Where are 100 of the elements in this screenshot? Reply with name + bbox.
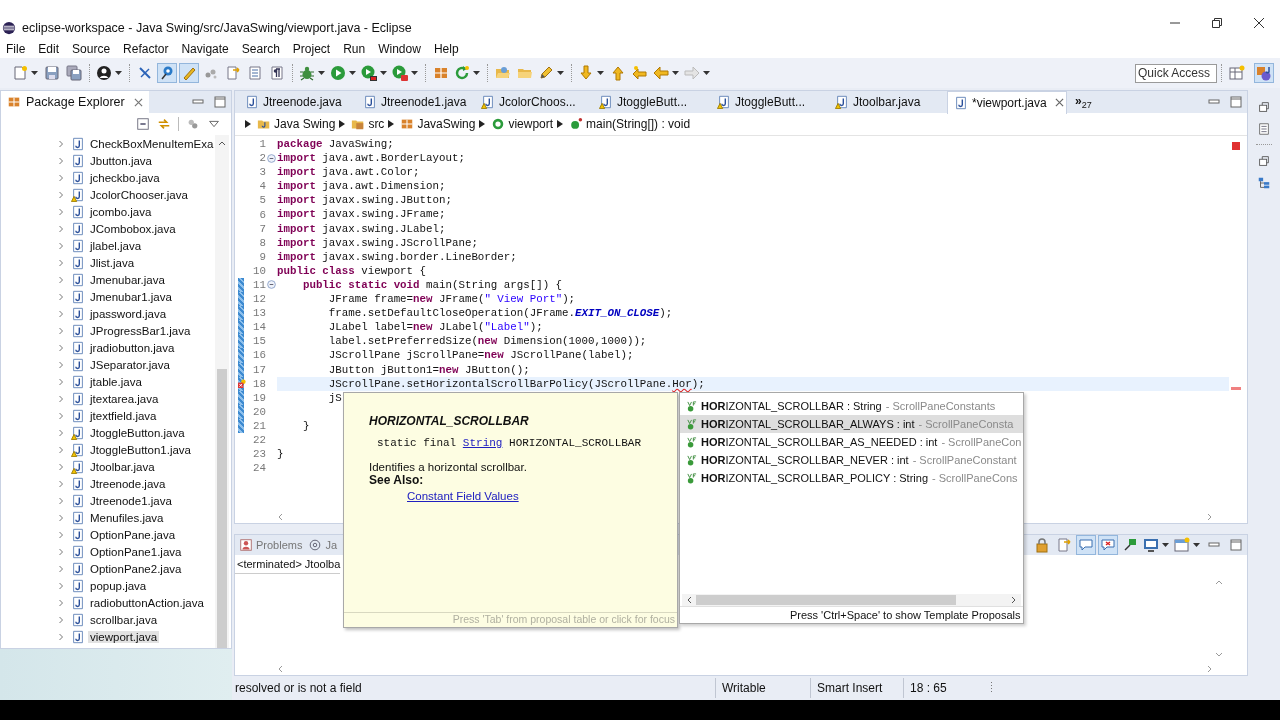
link[interactable]: Constant Field Values <box>407 490 519 502</box>
dropdown-caret-icon[interactable] <box>557 71 564 75</box>
menu-item[interactable]: Window <box>378 42 421 56</box>
scroll-down-icon[interactable] <box>1215 651 1223 659</box>
document-icon[interactable] <box>1257 122 1271 136</box>
breadcrumb-item[interactable]: Java Swing <box>274 117 336 131</box>
breadcrumb-item[interactable]: src <box>368 117 385 131</box>
tree-item[interactable]: jtable.java <box>88 375 144 388</box>
proposal-item[interactable]: HORIZONTAL_SCROLLBAR_NEVER : int - ScrollPaneConstant <box>680 451 1024 469</box>
perspective-button[interactable] <box>1227 63 1247 83</box>
tree-item[interactable]: jpassword.java <box>88 307 169 320</box>
menu-item[interactable]: File <box>6 42 26 56</box>
dropdown-caret-icon[interactable] <box>473 71 480 75</box>
tree-item[interactable]: JProgressBar1.java <box>88 324 193 337</box>
outline-icon[interactable] <box>1257 176 1271 190</box>
tree-item[interactable]: Jtreenode.java <box>88 477 168 490</box>
proposal-item[interactable]: HORIZONTAL_SCROLLBAR_POLICY : String - ScrollPaneCons <box>680 469 1024 487</box>
error-icon[interactable] <box>238 379 247 389</box>
tree-item[interactable]: JtoggleButton1.java <box>88 443 194 456</box>
tree-item[interactable]: OptionPane2.java <box>88 562 184 575</box>
scroll-up-icon[interactable] <box>218 139 226 147</box>
breadcrumb-arrow-icon[interactable] <box>245 120 251 128</box>
filter-icon[interactable] <box>186 117 200 131</box>
menu-item[interactable]: Edit <box>38 42 60 56</box>
perspective-button[interactable] <box>1254 63 1274 83</box>
close-icon[interactable] <box>1054 98 1064 107</box>
scroll-left-icon[interactable] <box>277 513 283 521</box>
tree-item[interactable]: Jbutton.java <box>88 154 154 167</box>
tree-item[interactable]: JCombobox.java <box>88 222 178 235</box>
tree-item[interactable]: jlabel.java <box>88 239 144 252</box>
close-icon[interactable] <box>1254 18 1264 28</box>
dropdown-caret-icon[interactable] <box>597 71 604 75</box>
tree-item[interactable]: Jmenubar.java <box>88 273 167 286</box>
tree-item[interactable]: Menufiles.java <box>88 511 166 524</box>
breadcrumb-item[interactable]: viewport <box>508 117 554 131</box>
dropdown-caret-icon[interactable] <box>31 71 38 75</box>
view-tab[interactable]: Package Explorer <box>1 91 149 113</box>
editor-tab[interactable]: *viewport.java <box>947 90 1067 114</box>
tree-item[interactable]: jtextfield.java <box>88 409 159 422</box>
breadcrumb-item[interactable]: main(String[]) : void <box>586 117 691 131</box>
dropdown-caret-icon[interactable] <box>318 71 325 75</box>
menu-item[interactable]: Source <box>72 42 111 56</box>
tree-item[interactable]: radiobuttonAction.java <box>88 596 206 609</box>
editor-tab[interactable]: Jtreenode1.java <box>357 91 475 113</box>
menu-item[interactable]: Search <box>241 42 280 56</box>
breadcrumb-arrow-icon[interactable] <box>388 120 395 128</box>
tree-item[interactable]: jcheckbo.java <box>88 171 162 184</box>
tree-item[interactable]: JSeparator.java <box>88 358 172 371</box>
collapse-all-icon[interactable] <box>136 117 150 131</box>
fold-icon[interactable] <box>267 280 276 290</box>
scroll-left-icon[interactable] <box>686 596 692 604</box>
tree-item[interactable]: popup.java <box>88 579 149 592</box>
maximize-icon[interactable] <box>1230 96 1242 108</box>
tree-item[interactable]: scrollbar.java <box>88 613 160 626</box>
tree-item[interactable]: viewport.java <box>88 630 160 643</box>
editor-tab[interactable]: JcolorChoos... <box>475 91 593 113</box>
proposal-item[interactable]: HORIZONTAL_SCROLLBAR_AS_NEEDED : int - ScrollPaneCon <box>680 433 1024 451</box>
proposal-item[interactable]: HORIZONTAL_SCROLLBAR : String - ScrollPaneConstants <box>680 397 1024 415</box>
menu-item[interactable]: Help <box>433 42 459 56</box>
menu-item[interactable]: Project <box>292 42 331 56</box>
view-tab[interactable]: Ja <box>325 539 338 551</box>
editor-tab[interactable]: JtoggleButt... <box>711 91 829 113</box>
menu-item[interactable]: Refactor <box>123 42 169 56</box>
dropdown-caret-icon[interactable] <box>1162 543 1169 547</box>
maximize-icon[interactable] <box>1230 539 1242 551</box>
tree-item[interactable]: OptionPane1.java <box>88 545 184 558</box>
maximize-icon[interactable] <box>214 96 226 108</box>
breadcrumb-arrow-icon[interactable] <box>557 120 564 128</box>
menu-item[interactable]: Run <box>343 42 366 56</box>
more-tabs-button[interactable]: »$_{27}$ <box>1075 93 1092 111</box>
dropdown-caret-icon[interactable] <box>411 71 418 75</box>
menu-item[interactable]: Navigate <box>181 42 229 56</box>
dropdown-caret-icon[interactable] <box>1193 543 1200 547</box>
tree-item[interactable]: JcolorChooser.java <box>88 188 190 201</box>
restore-icon[interactable] <box>1212 18 1222 28</box>
tree-item[interactable]: JtoggleButton.java <box>88 426 187 439</box>
scroll-right-icon[interactable] <box>1011 596 1018 604</box>
tree-item[interactable]: Jmenubar1.java <box>88 290 174 303</box>
error-marker[interactable] <box>1231 387 1241 391</box>
dropdown-caret-icon[interactable] <box>349 71 356 75</box>
scroll-left-icon[interactable] <box>277 665 283 673</box>
view-tab[interactable]: Problems <box>256 539 303 551</box>
link-arrows-icon[interactable] <box>157 117 171 131</box>
dropdown-caret-icon[interactable] <box>115 71 122 75</box>
quick-access-field[interactable]: Quick Access <box>1135 63 1217 83</box>
dropdown-caret-icon[interactable] <box>672 71 679 75</box>
editor-tab[interactable]: Jtreenode.java <box>239 91 357 113</box>
scroll-right-icon[interactable] <box>1207 665 1213 673</box>
toolbar-button[interactable] <box>95 63 124 83</box>
tree-item[interactable]: Jtoolbar.java <box>88 460 157 473</box>
tree-item[interactable]: jtextarea.java <box>88 392 161 405</box>
proposal-item[interactable]: HORIZONTAL_SCROLLBAR_ALWAYS : int - ScrollPaneConsta <box>680 415 1024 433</box>
breadcrumb-arrow-icon[interactable] <box>479 120 486 128</box>
tree-item[interactable]: OptionPane.java <box>88 528 178 541</box>
tree-item[interactable]: jcombo.java <box>88 205 154 218</box>
dropdown-caret-icon[interactable] <box>380 71 387 75</box>
toolbar-button[interactable] <box>360 63 389 83</box>
scroll-up-icon[interactable] <box>1215 578 1223 586</box>
tree-item[interactable]: Jtreenode1.java <box>88 494 174 507</box>
fold-icon[interactable] <box>267 153 276 163</box>
